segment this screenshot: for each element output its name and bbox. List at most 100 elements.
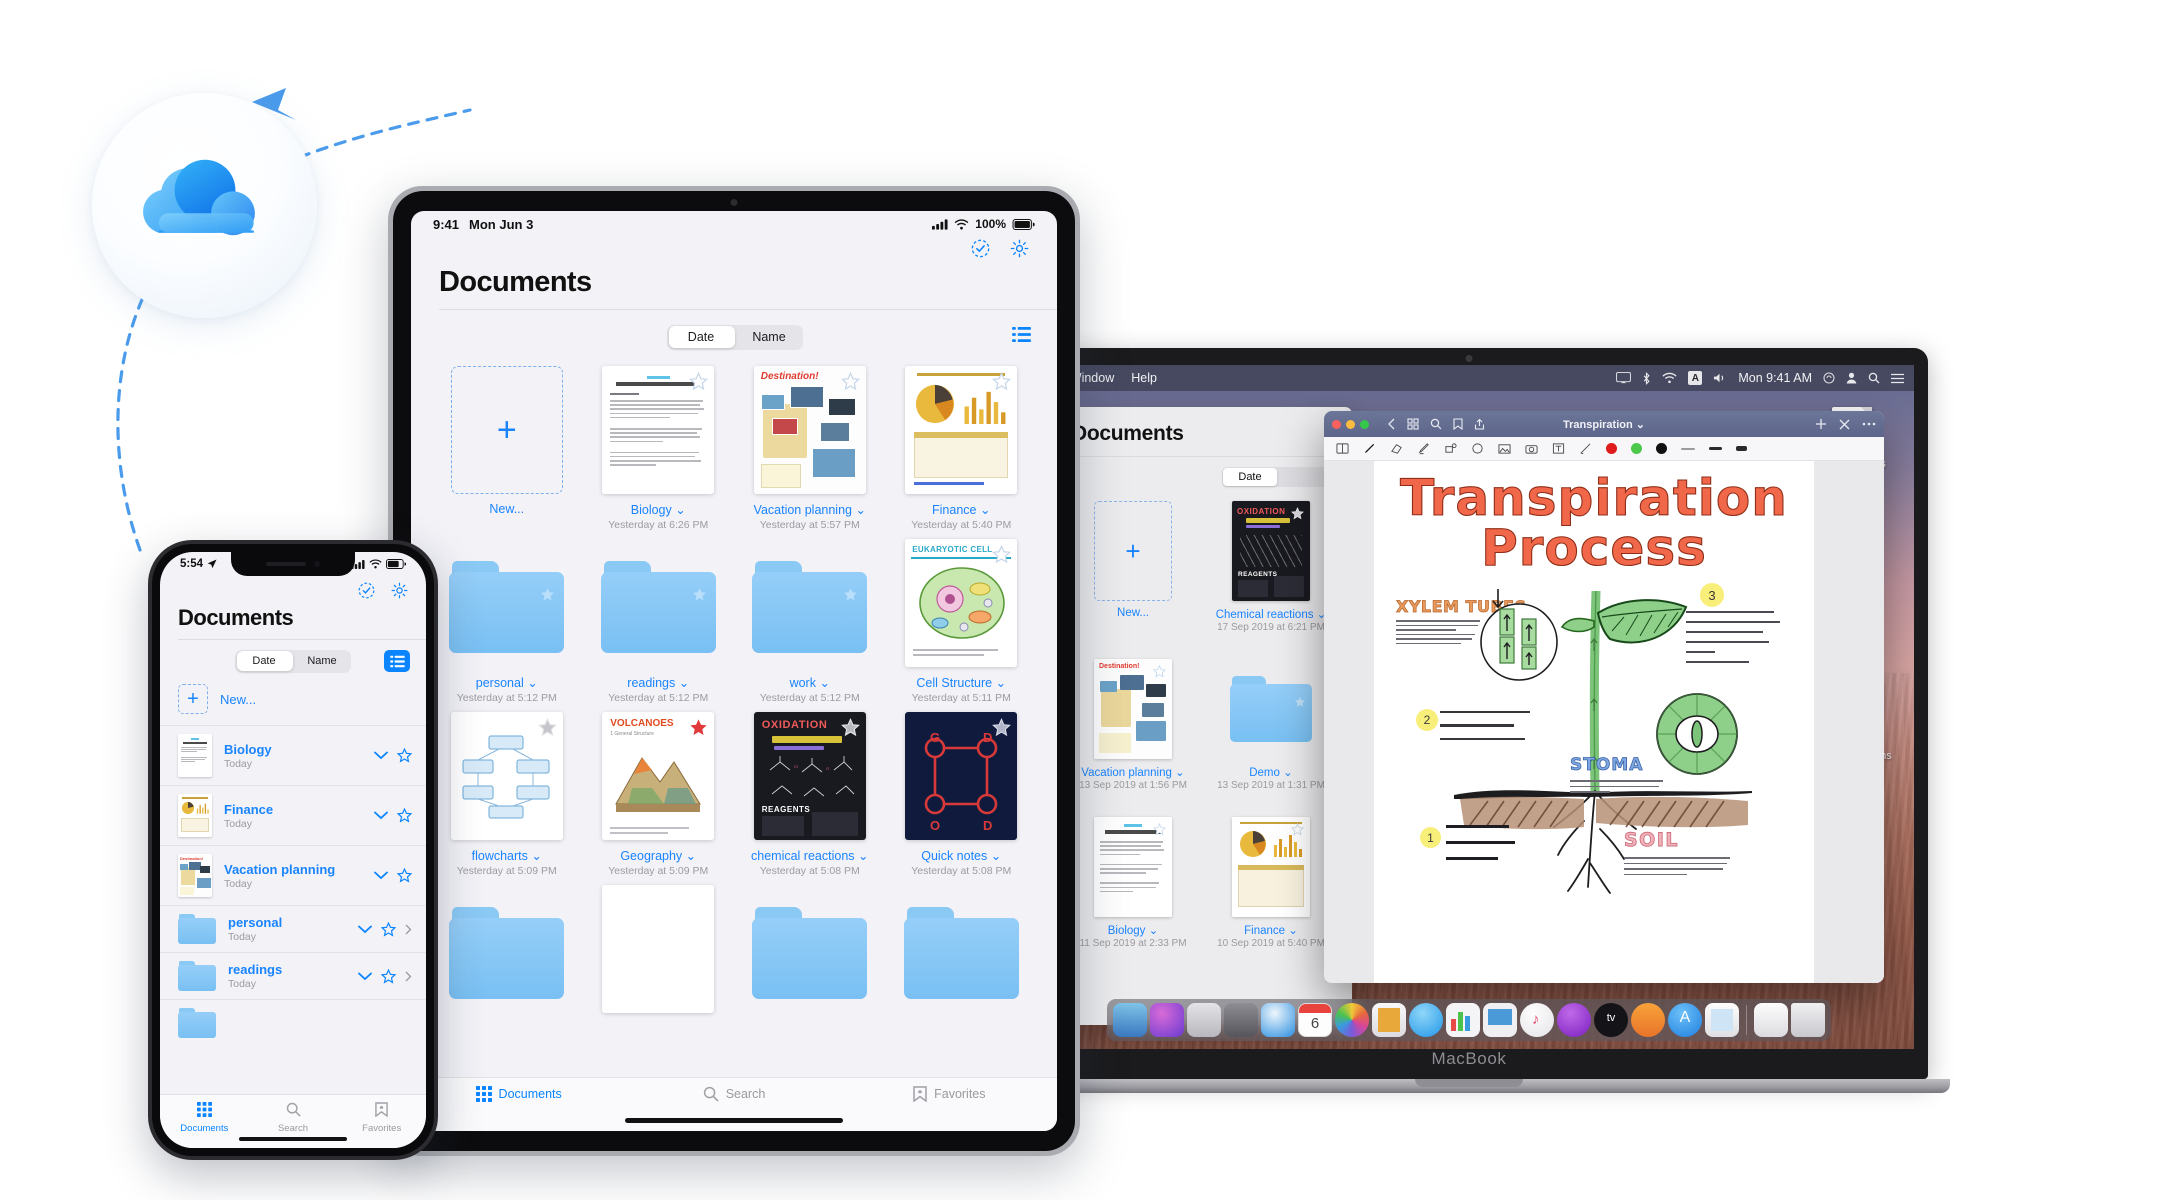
grid-icon[interactable] — [1407, 418, 1419, 430]
star-icon[interactable] — [381, 921, 396, 937]
dock-app-apple-tv[interactable]: tv — [1594, 1003, 1628, 1037]
ipad-grid-item[interactable]: Finance ⌄ Yesterday at 5:40 PM — [892, 366, 1032, 531]
list-view-icon[interactable] — [1012, 326, 1031, 343]
macos-dock[interactable]: 6 ♪ tv A — [1107, 999, 1831, 1041]
title-chevron-icon[interactable]: ⌄ — [1636, 419, 1645, 431]
mac-grid-item[interactable]: Finance ⌄ 10 Sep 2019 at 5:40 PM — [1208, 817, 1334, 949]
menubar-clock[interactable]: Mon 9:41 AM — [1738, 371, 1812, 385]
color-swatch-black[interactable] — [1656, 443, 1667, 454]
thumbnail-geography[interactable]: VOLCANOES 1 General Structure — [602, 712, 715, 840]
thumbnail-chemical-reactions[interactable]: OXIDATION Cl O REAGENTS — [753, 712, 866, 840]
text-icon[interactable] — [1552, 442, 1565, 455]
sort-option-date[interactable]: Date — [667, 330, 735, 344]
mac-grid-item[interactable]: Demo ⌄ 13 Sep 2019 at 1:31 PM — [1208, 659, 1334, 791]
tab-search[interactable]: Search — [249, 1102, 338, 1134]
thumbnail-vacation-planning[interactable]: Destination! — [1094, 659, 1172, 759]
mac-documents-window[interactable]: Documents Date + New... OXIDATION REAGEN… — [1052, 407, 1352, 1025]
disclosure-chevron-icon[interactable] — [405, 971, 412, 982]
ipad-grid-item[interactable]: Biology ⌄ Yesterday at 6:26 PM — [589, 366, 729, 531]
mac-grid-item-new[interactable]: + New... — [1070, 501, 1196, 633]
folder-icon[interactable] — [449, 907, 565, 999]
new-document-button[interactable]: + — [178, 684, 208, 714]
color-swatch-green[interactable] — [1631, 443, 1642, 454]
dock-app-safari[interactable] — [1261, 1003, 1295, 1037]
highlighter-icon[interactable] — [1417, 442, 1430, 455]
iphone-toolbar[interactable] — [160, 576, 426, 599]
more-icon[interactable] — [1862, 422, 1876, 426]
window-traffic-lights[interactable] — [1332, 419, 1369, 429]
stroke-width-thin[interactable] — [1681, 447, 1695, 450]
dock-app-music[interactable]: ♪ — [1520, 1003, 1554, 1037]
sort-option-date[interactable]: Date — [235, 655, 293, 667]
dock-app-books[interactable] — [1631, 1003, 1665, 1037]
chevron-down-icon[interactable]: ⌄ — [819, 676, 829, 690]
star-icon[interactable] — [1291, 823, 1304, 836]
sync-check-icon[interactable] — [971, 239, 990, 258]
thumbnail-biology[interactable] — [602, 366, 715, 494]
sync-check-icon[interactable] — [358, 582, 375, 599]
ipad-grid-item-new[interactable]: + New... — [437, 366, 577, 531]
disclosure-chevron-icon[interactable] — [405, 924, 412, 935]
ipad-grid-item-partial[interactable] — [437, 885, 577, 1021]
layers-icon[interactable] — [1336, 442, 1349, 455]
color-swatch-red[interactable] — [1606, 443, 1617, 454]
ipad-grid-item[interactable]: work ⌄ Yesterday at 5:12 PM — [740, 539, 880, 704]
star-icon[interactable] — [689, 718, 708, 737]
chevron-down-icon[interactable]: ⌄ — [991, 849, 1001, 863]
stroke-width-thick[interactable] — [1736, 446, 1747, 451]
list-item[interactable]: Biology Today — [160, 725, 426, 785]
tab-favorites[interactable]: Favorites — [842, 1086, 1057, 1102]
folder-icon-readings[interactable] — [600, 561, 716, 653]
dock-app-launchpad[interactable] — [1187, 1003, 1221, 1037]
chevron-down-icon[interactable]: ⌄ — [686, 849, 696, 863]
star-icon[interactable] — [992, 718, 1012, 737]
brush-icon[interactable] — [1579, 442, 1592, 455]
star-icon[interactable] — [397, 748, 412, 763]
mac-grid-item[interactable]: OXIDATION REAGENTS Chemical reactions ⌄ … — [1208, 501, 1334, 633]
ipad-grid-item[interactable]: readings ⌄ Yesterday at 5:12 PM — [589, 539, 729, 704]
thumbnail-cell-structure[interactable]: EUKARYOTIC CELL — [905, 539, 1018, 667]
minimize-window-button[interactable] — [1346, 419, 1355, 429]
star-icon[interactable] — [843, 587, 858, 602]
image-icon[interactable] — [1498, 442, 1511, 455]
dock-app-messages[interactable] — [1409, 1003, 1443, 1037]
thumbnail-flowcharts[interactable] — [450, 712, 563, 840]
thumbnail-quick-notes[interactable]: G D O D — [905, 712, 1018, 840]
dock-app-notes[interactable] — [1705, 1003, 1739, 1037]
star-icon[interactable] — [992, 545, 1012, 564]
input-source-icon[interactable]: A — [1688, 371, 1703, 385]
folder-icon[interactable] — [903, 907, 1019, 999]
ipad-toolbar[interactable] — [411, 237, 1057, 258]
thumbnail-finance[interactable] — [1232, 817, 1310, 917]
sort-segmented-control[interactable]: Date Name — [235, 649, 351, 673]
chevron-down-icon[interactable]: ⌄ — [679, 676, 689, 690]
dock-trash-icon[interactable] — [1791, 1003, 1825, 1037]
folder-icon-personal[interactable] — [449, 561, 565, 653]
star-icon[interactable] — [381, 968, 396, 984]
chevron-down-icon[interactable]: ⌄ — [531, 849, 541, 863]
ipad-grid-item-partial[interactable] — [892, 885, 1032, 1021]
ipad-grid-item-partial[interactable] — [740, 885, 880, 1021]
tab-documents[interactable]: Documents — [160, 1102, 249, 1134]
sort-segmented-control[interactable]: Date — [1222, 467, 1332, 487]
ipad-grid-item[interactable]: Destination! Vacation planning ⌄ Yesterd… — [740, 366, 880, 531]
thumbnail-partial[interactable] — [602, 885, 715, 1013]
star-icon[interactable] — [397, 808, 412, 823]
drawing-canvas[interactable]: Transpiration Process XYLEM TUBES STOMA … — [1324, 461, 1884, 983]
list-item[interactable]: Finance Today — [160, 785, 426, 845]
fill-icon[interactable] — [1444, 442, 1457, 455]
thumbnail-chemical-reactions[interactable]: OXIDATION REAGENTS — [1232, 501, 1310, 601]
list-item-partial[interactable] — [160, 999, 426, 1040]
chevron-down-icon[interactable]: ⌄ — [858, 849, 868, 863]
back-chevron-icon[interactable] — [1387, 418, 1396, 430]
ipad-grid-item-partial[interactable] — [589, 885, 729, 1021]
chevron-down-icon[interactable] — [374, 751, 388, 760]
transpiration-drawing-window[interactable]: Transpiration ⌄ Transpiration Process XY… — [1324, 411, 1884, 983]
eraser-icon[interactable] — [1390, 442, 1403, 455]
pen-icon[interactable] — [1363, 442, 1376, 455]
thumbnail-vacation-planning[interactable]: Destination! — [753, 366, 866, 494]
user-icon[interactable] — [1846, 372, 1857, 384]
star-icon[interactable] — [692, 587, 707, 602]
siri-icon[interactable] — [1823, 372, 1835, 384]
window-titlebar[interactable]: Transpiration ⌄ — [1324, 411, 1884, 437]
